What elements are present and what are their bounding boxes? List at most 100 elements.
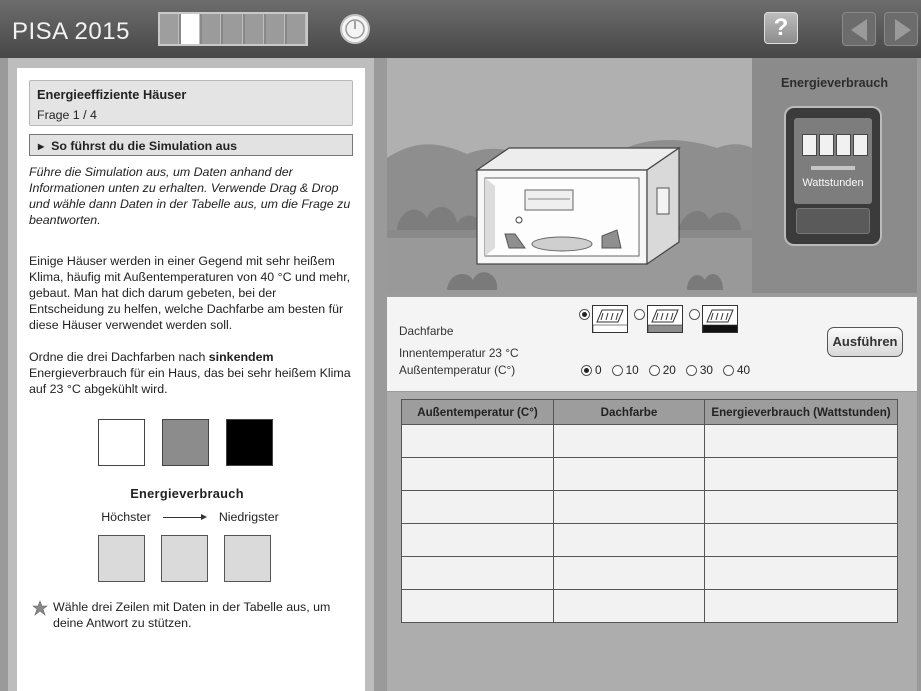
roof-color-options (579, 305, 738, 333)
meter-digit (802, 134, 817, 156)
temp-option[interactable]: 0 (581, 363, 602, 377)
unit-header: Energieeffiziente Häuser Frage 1 / 4 (29, 80, 353, 126)
howto-expander[interactable]: ▶ So führst du die Simulation aus (29, 134, 353, 156)
progress-segment (265, 14, 285, 44)
ranking-title: Energieverbrauch (130, 486, 244, 501)
temp-radio[interactable] (685, 364, 697, 376)
run-button[interactable]: Ausführen (827, 327, 903, 357)
meter-digit (819, 134, 834, 156)
inside-temp-label: Innentemperatur 23 °C (399, 346, 519, 360)
simulation-stage: Energieverbrauch Wattstunden (387, 58, 917, 293)
app-title: PISA 2015 (12, 18, 130, 45)
table-cell (553, 490, 705, 524)
table-row[interactable] (401, 589, 898, 623)
ranking-axis: Höchster Niedrigster (29, 509, 353, 525)
temp-option[interactable]: 20 (648, 363, 676, 377)
ranking-high-label: Höchster (101, 510, 151, 524)
roof-radio[interactable] (579, 309, 590, 320)
help-button[interactable]: ? (764, 12, 798, 44)
black-swatch[interactable] (225, 419, 273, 466)
roof-color-label: Dachfarbe (399, 324, 454, 338)
drop-zone[interactable] (97, 535, 145, 582)
next-button[interactable] (884, 12, 918, 46)
task-text-part: Energieverbrauch für ein Haus, das bei s… (29, 366, 351, 396)
energy-meter: Wattstunden (784, 106, 882, 246)
table-cell (704, 589, 898, 623)
progress-segment (244, 14, 264, 44)
temp-value: 10 (625, 363, 639, 377)
meter-display (796, 208, 870, 234)
table-cell (704, 424, 898, 458)
table-cell (553, 424, 705, 458)
roof-option-gray[interactable] (634, 305, 683, 333)
column-header-energy: Energieverbrauch (Wattstunden) (704, 399, 898, 425)
table-cell (704, 457, 898, 491)
meter-face: Wattstunden (794, 118, 872, 204)
simulation-controls: Dachfarbe Innentemperatur 23 °C Außentem… (387, 297, 917, 391)
temp-option[interactable]: 40 (722, 363, 751, 377)
instruction-note: Wähle drei Zeilen mit Daten in der Tabel… (29, 599, 353, 631)
table-cell (401, 490, 554, 524)
temp-value: 40 (736, 363, 751, 377)
roof-option-black[interactable] (689, 305, 738, 333)
triangle-right-icon: ▶ (38, 142, 45, 151)
meter-title: Energieverbrauch (780, 76, 889, 90)
howto-label: So führst du die Simulation aus (51, 139, 238, 153)
gray-swatch[interactable] (161, 419, 209, 466)
temp-radio[interactable] (648, 364, 660, 376)
drop-zone[interactable] (160, 535, 208, 582)
temp-value: 20 (662, 363, 676, 377)
table-row[interactable] (401, 556, 898, 590)
column-header-outside-temp: Außentemperatur (C°) (401, 399, 554, 425)
progress-segment (202, 14, 222, 44)
table-cell (401, 589, 554, 623)
drop-zone-row (29, 535, 353, 582)
roof-icon (592, 305, 628, 333)
table-row[interactable] (401, 523, 898, 557)
task-text: Ordne die drei Dachfarben nach sinkendem… (29, 349, 353, 397)
table-cell (401, 424, 554, 458)
table-row[interactable] (401, 490, 898, 524)
task-text-part: Ordne die drei Dachfarben nach (29, 350, 209, 364)
back-button[interactable] (842, 12, 876, 46)
question-counter: Frage 1 / 4 (37, 108, 97, 122)
temp-option[interactable]: 30 (685, 363, 713, 377)
data-table-area: Außentemperatur (C°) Dachfarbe Energieve… (387, 392, 917, 691)
temp-radio[interactable] (722, 364, 734, 376)
table-cell (401, 556, 554, 590)
table-cell (553, 556, 705, 590)
roof-radio[interactable] (634, 309, 645, 320)
instruction-note-text: Wähle drei Zeilen mit Daten in der Tabel… (53, 600, 331, 630)
temp-value: 0 (595, 363, 602, 377)
meter-bar (811, 166, 855, 170)
roof-option-white[interactable] (579, 305, 628, 333)
table-row[interactable] (401, 424, 898, 458)
temp-radio[interactable] (581, 364, 592, 376)
drop-zone[interactable] (223, 535, 271, 582)
table-cell (401, 523, 554, 557)
top-bar: PISA 2015 ? (0, 0, 921, 58)
table-cell (401, 457, 554, 491)
temp-option[interactable]: 10 (611, 363, 639, 377)
data-table: Außentemperatur (C°) Dachfarbe Energieve… (401, 399, 898, 623)
intro-text: Führe die Simulation aus, um Daten anhan… (29, 165, 351, 227)
roof-icon (647, 305, 683, 333)
table-cell (553, 589, 705, 623)
table-cell (704, 523, 898, 557)
temp-value: 30 (699, 363, 713, 377)
roof-radio[interactable] (689, 309, 700, 320)
white-swatch[interactable] (97, 419, 145, 466)
progress-indicator (158, 12, 308, 46)
timer-icon[interactable] (340, 14, 370, 44)
table-cell (704, 490, 898, 524)
energy-meter-panel: Energieverbrauch Wattstunden (752, 58, 917, 293)
column-header-roof-color: Dachfarbe (553, 399, 705, 425)
arrow-left-icon (851, 19, 867, 41)
temp-radio[interactable] (611, 364, 623, 376)
progress-segment (286, 14, 306, 44)
table-row[interactable] (401, 457, 898, 491)
context-text: Einige Häuser werden in einer Gegend mit… (29, 254, 351, 332)
color-swatch-row (29, 419, 353, 466)
unit-title: Energieeffiziente Häuser (37, 87, 187, 102)
outside-temp-options: 0 10 20 30 40 (581, 363, 750, 377)
